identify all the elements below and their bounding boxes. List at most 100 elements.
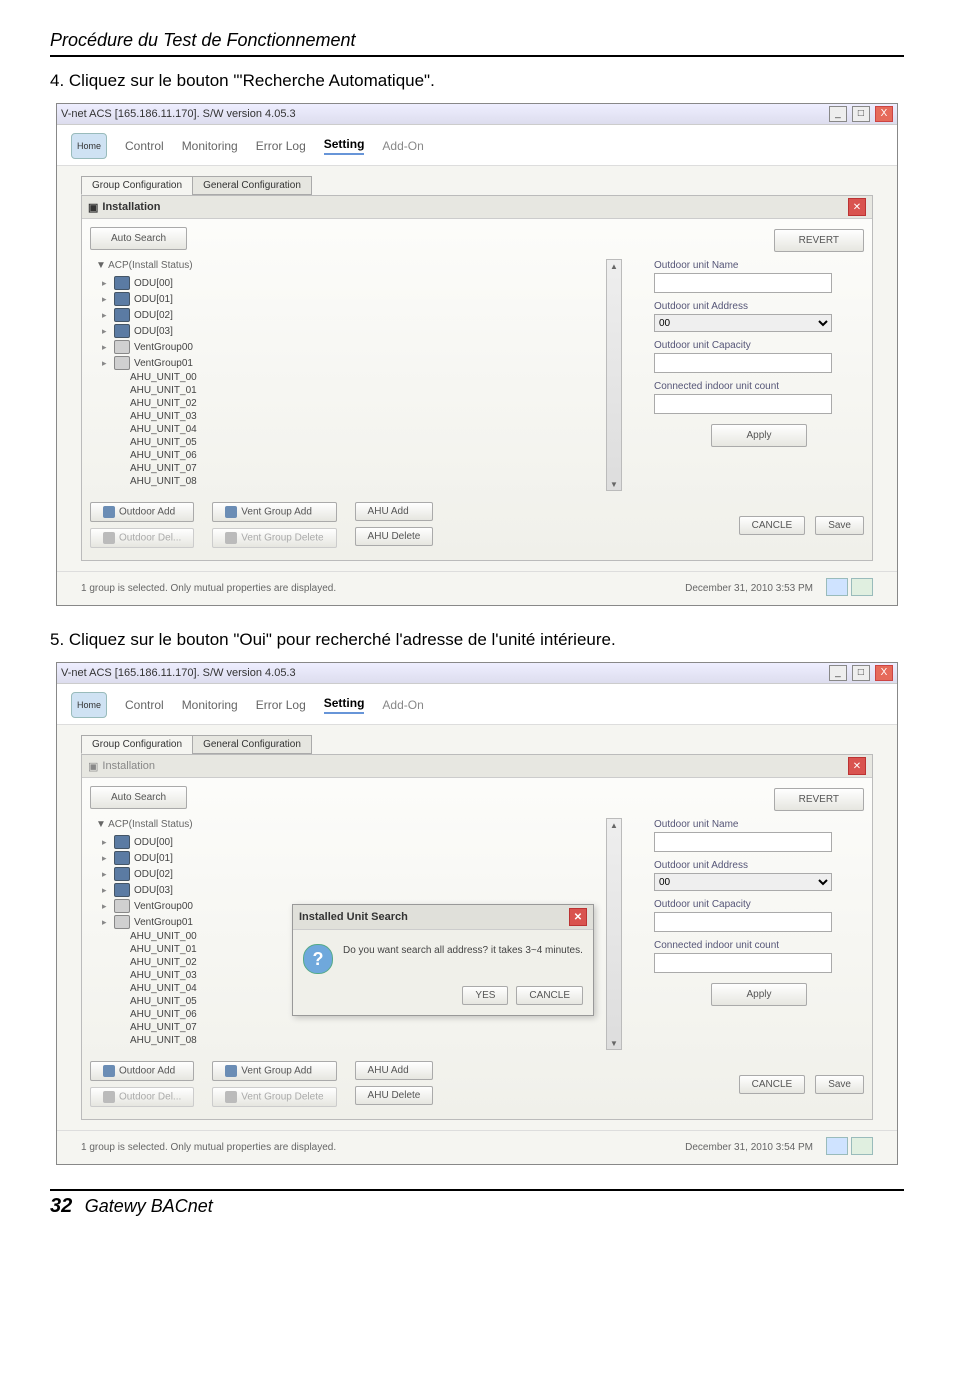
tab-errorlog[interactable]: Error Log	[256, 698, 306, 712]
chevron-right-icon[interactable]: ▸	[102, 885, 110, 896]
chevron-right-icon[interactable]: ▸	[102, 837, 110, 848]
outdoor-address-select[interactable]: 00	[654, 873, 832, 891]
tree-label[interactable]: VentGroup00	[134, 342, 193, 353]
tab-setting[interactable]: Setting	[324, 137, 365, 155]
save-button[interactable]: Save	[815, 516, 864, 535]
tree-label[interactable]: VentGroup00	[134, 901, 193, 912]
outdoor-name-field[interactable]	[654, 832, 832, 852]
ventgroup-add-button[interactable]: Vent Group Add	[212, 502, 336, 522]
tab-control[interactable]: Control	[125, 139, 164, 153]
scrollbar[interactable]: ▲ ▼	[606, 818, 622, 1050]
tree-label[interactable]: ODU[00]	[134, 837, 173, 848]
outdoor-name-field[interactable]	[654, 273, 832, 293]
tree-item-ahu[interactable]: AHU_UNIT_01	[102, 384, 616, 397]
tab-monitoring[interactable]: Monitoring	[182, 139, 238, 153]
tab-home[interactable]: Home	[71, 692, 107, 718]
chevron-right-icon[interactable]: ▸	[102, 294, 110, 305]
ventgroup-del-button[interactable]: Vent Group Delete	[212, 1087, 336, 1107]
indoor-count-field[interactable]	[654, 953, 832, 973]
maximize-button[interactable]: □	[852, 665, 870, 681]
outdoor-add-button[interactable]: Outdoor Add	[90, 502, 194, 522]
chevron-right-icon[interactable]: ▸	[102, 853, 110, 864]
chevron-right-icon[interactable]: ▸	[102, 917, 110, 928]
apply-button[interactable]: Apply	[711, 424, 806, 447]
tree-label[interactable]: ODU[02]	[134, 869, 173, 880]
chevron-right-icon[interactable]: ▸	[102, 358, 110, 369]
ventgroup-add-button[interactable]: Vent Group Add	[212, 1061, 336, 1081]
tree-label[interactable]: ODU[00]	[134, 278, 173, 289]
revert-button[interactable]: REVERT	[774, 229, 864, 252]
outdoor-capacity-field[interactable]	[654, 353, 832, 373]
close-button[interactable]: X	[875, 665, 893, 681]
dialog-yes-button[interactable]: YES	[462, 986, 508, 1005]
ahu-delete-button[interactable]: AHU Delete	[355, 1086, 434, 1105]
scroll-up-icon[interactable]: ▲	[610, 819, 618, 831]
revert-button[interactable]: REVERT	[774, 788, 864, 811]
chevron-right-icon[interactable]: ▸	[102, 869, 110, 880]
cancle-button[interactable]: CANCLE	[739, 1075, 806, 1094]
subtab-general[interactable]: General Configuration	[192, 735, 312, 754]
outdoor-add-button[interactable]: Outdoor Add	[90, 1061, 194, 1081]
tree-item-ahu[interactable]: AHU_UNIT_08	[102, 1034, 616, 1047]
panel-close-icon[interactable]: ✕	[848, 757, 866, 775]
chevron-right-icon[interactable]: ▸	[102, 326, 110, 337]
tab-setting[interactable]: Setting	[324, 696, 365, 714]
tree-item-ahu[interactable]: AHU_UNIT_05	[102, 436, 616, 449]
chevron-right-icon[interactable]: ▸	[102, 342, 110, 353]
ahu-add-button[interactable]: AHU Add	[355, 1061, 434, 1080]
indoor-count-field[interactable]	[654, 394, 832, 414]
ahu-delete-button[interactable]: AHU Delete	[355, 527, 434, 546]
tree-label[interactable]: VentGroup01	[134, 917, 193, 928]
chevron-right-icon[interactable]: ▸	[102, 310, 110, 321]
minimize-button[interactable]: _	[829, 106, 847, 122]
tab-addon[interactable]: Add-On	[382, 698, 423, 712]
scroll-up-icon[interactable]: ▲	[610, 260, 618, 272]
tree-item-ahu[interactable]: AHU_UNIT_00	[102, 371, 616, 384]
tab-home[interactable]: Home	[71, 133, 107, 159]
ventgroup-del-button[interactable]: Vent Group Delete	[212, 528, 336, 548]
tree-item-ahu[interactable]: AHU_UNIT_08	[102, 475, 616, 488]
subtab-group[interactable]: Group Configuration	[81, 176, 193, 195]
outdoor-address-select[interactable]: 00	[654, 314, 832, 332]
outdoor-del-button[interactable]: Outdoor Del...	[90, 528, 194, 548]
tab-errorlog[interactable]: Error Log	[256, 139, 306, 153]
tree-item-ahu[interactable]: AHU_UNIT_06	[102, 449, 616, 462]
ahu-add-button[interactable]: AHU Add	[355, 502, 434, 521]
save-button[interactable]: Save	[815, 1075, 864, 1094]
tree-item-ahu[interactable]: AHU_UNIT_07	[102, 1021, 616, 1034]
tree-label[interactable]: VentGroup01	[134, 358, 193, 369]
dialog-cancle-button[interactable]: CANCLE	[516, 986, 583, 1005]
auto-search-button[interactable]: Auto Search	[90, 786, 187, 809]
tree-label[interactable]: ODU[02]	[134, 310, 173, 321]
tree-item-odu: ▸ ODU[01]	[102, 850, 616, 866]
chevron-right-icon[interactable]: ▸	[102, 278, 110, 289]
panel-close-icon[interactable]: ✕	[848, 198, 866, 216]
subtab-group[interactable]: Group Configuration	[81, 735, 193, 754]
cancle-button[interactable]: CANCLE	[739, 516, 806, 535]
auto-search-button[interactable]: Auto Search	[90, 227, 187, 250]
tab-control[interactable]: Control	[125, 698, 164, 712]
scroll-down-icon[interactable]: ▼	[610, 478, 618, 490]
outdoor-del-button[interactable]: Outdoor Del...	[90, 1087, 194, 1107]
maximize-button[interactable]: □	[852, 106, 870, 122]
tree-item-ahu[interactable]: AHU_UNIT_03	[102, 410, 616, 423]
tree-label[interactable]: ODU[01]	[134, 853, 173, 864]
close-button[interactable]: X	[875, 106, 893, 122]
step4-text: 4. Cliquez sur le bouton "'Recherche Aut…	[50, 71, 904, 91]
apply-button[interactable]: Apply	[711, 983, 806, 1006]
scroll-down-icon[interactable]: ▼	[610, 1037, 618, 1049]
tree-item-ahu[interactable]: AHU_UNIT_07	[102, 462, 616, 475]
outdoor-capacity-field[interactable]	[654, 912, 832, 932]
dialog-close-icon[interactable]: ✕	[569, 908, 587, 926]
tree-label[interactable]: ODU[01]	[134, 294, 173, 305]
tab-addon[interactable]: Add-On	[382, 139, 423, 153]
scrollbar[interactable]: ▲ ▼	[606, 259, 622, 491]
subtab-general[interactable]: General Configuration	[192, 176, 312, 195]
minimize-button[interactable]: _	[829, 665, 847, 681]
tree-item-ahu[interactable]: AHU_UNIT_04	[102, 423, 616, 436]
tree-label[interactable]: ODU[03]	[134, 885, 173, 896]
tree-item-ahu[interactable]: AHU_UNIT_02	[102, 397, 616, 410]
tab-monitoring[interactable]: Monitoring	[182, 698, 238, 712]
chevron-right-icon[interactable]: ▸	[102, 901, 110, 912]
tree-label[interactable]: ODU[03]	[134, 326, 173, 337]
